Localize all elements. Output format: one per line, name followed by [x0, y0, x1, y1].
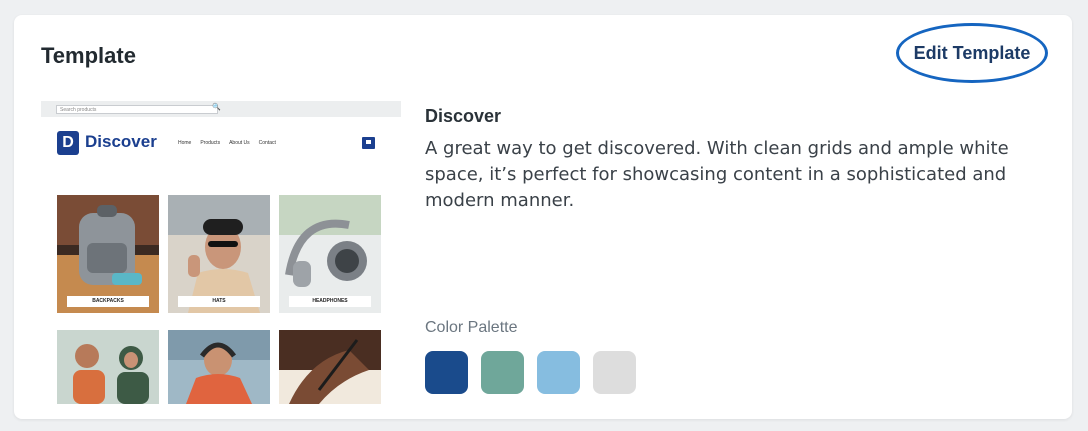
color-swatch [537, 351, 580, 394]
search-icon: 🔍 [212, 104, 221, 111]
preview-nav-item: Home [178, 140, 192, 146]
edit-template-link[interactable]: Edit Template [896, 23, 1048, 83]
color-palette [425, 351, 636, 394]
preview-nav-item: Contact [258, 140, 276, 146]
color-palette-label: Color Palette [425, 319, 518, 336]
writing-photo [279, 330, 381, 404]
woman-headphones-photo [168, 330, 270, 404]
template-description: A great way to get discovered. With clea… [425, 138, 1009, 211]
headphones-photo: HEADPHONES [279, 195, 381, 313]
preview-nav-item: About Us [229, 140, 250, 146]
card-title: Template [41, 43, 136, 68]
color-swatch [425, 351, 468, 394]
tile-label: BACKPACKS [67, 296, 149, 307]
preview-logo-text: Discover [85, 132, 157, 151]
preview-browser-bar: Search products 🔍 [41, 101, 401, 117]
preview-nav-item: Products [200, 140, 221, 146]
template-card: Template Edit Template Search products 🔍… [14, 15, 1072, 419]
template-name: Discover [425, 106, 502, 126]
template-preview[interactable]: Search products 🔍 D Discover Home Produc… [41, 101, 401, 405]
backpack-photo: BACKPACKS [57, 195, 159, 313]
logo-icon: D [57, 131, 79, 155]
preview-nav: Home Products About Us Contact [178, 140, 276, 146]
people-photo [57, 330, 159, 404]
color-swatch [593, 351, 636, 394]
color-swatch [481, 351, 524, 394]
cart-icon [362, 137, 375, 149]
preview-search-input: Search products [56, 105, 218, 114]
tile-label: HATS [178, 296, 260, 307]
edit-template-label: Edit Template [913, 42, 1031, 63]
tile-label: HEADPHONES [289, 296, 371, 307]
hat-photo: HATS [168, 195, 270, 313]
